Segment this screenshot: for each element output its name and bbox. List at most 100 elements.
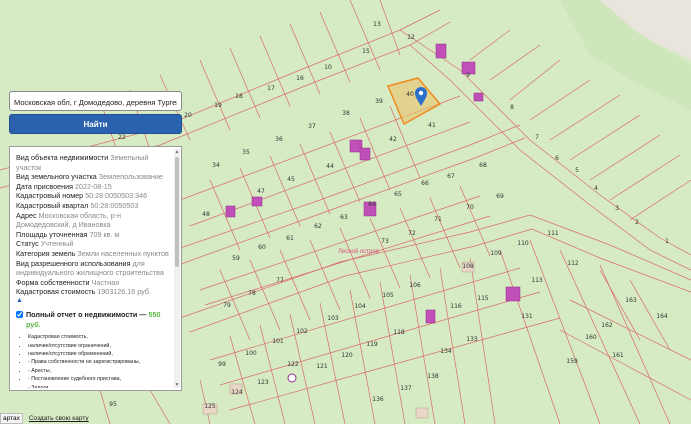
plot-number[interactable]: 36	[275, 136, 283, 143]
plot-number[interactable]: 45	[287, 176, 295, 183]
scroll-up-arrow-icon[interactable]: ▲	[174, 149, 180, 155]
plot-number[interactable]: 164	[656, 313, 668, 320]
plot-number[interactable]: 34	[212, 162, 220, 169]
plot-number[interactable]: 3	[615, 205, 619, 212]
scroll-thumb[interactable]	[175, 157, 179, 267]
plot-number[interactable]: 13	[373, 21, 381, 28]
plot-number[interactable]: 77	[276, 277, 284, 284]
plot-number[interactable]: 137	[400, 385, 412, 392]
plot-number[interactable]: 124	[231, 389, 243, 396]
plot-number[interactable]: 37	[308, 123, 316, 130]
plot-number[interactable]: 41	[428, 122, 436, 129]
plot-number[interactable]: 73	[381, 238, 389, 245]
plot-number[interactable]: 115	[477, 295, 489, 302]
plot-number[interactable]: 10	[324, 64, 332, 71]
plot-number[interactable]: 71	[434, 216, 442, 223]
plot-number[interactable]: 161	[612, 352, 624, 359]
plot-number[interactable]: 103	[327, 315, 339, 322]
plot-number[interactable]: 163	[625, 297, 637, 304]
plot-number[interactable]: 134	[440, 348, 452, 355]
plot-number[interactable]: 102	[296, 328, 308, 335]
plot-number[interactable]: 59	[232, 255, 240, 262]
plot-number[interactable]: 160	[585, 334, 597, 341]
plot-number[interactable]: 121	[316, 363, 328, 370]
plot-number[interactable]: 8	[510, 104, 514, 111]
plot-number[interactable]: 67	[447, 173, 455, 180]
plot-number[interactable]: 42	[389, 136, 397, 143]
plot-number[interactable]: 119	[366, 341, 378, 348]
plot-number[interactable]: 138	[427, 373, 439, 380]
plot-number[interactable]: 66	[421, 180, 429, 187]
plot-number[interactable]: 6	[555, 155, 559, 162]
plot-number[interactable]: 162	[601, 322, 613, 329]
plot-number[interactable]: 68	[479, 162, 487, 169]
plot-number[interactable]: 109	[490, 250, 502, 257]
plot-number[interactable]: 65	[394, 191, 402, 198]
create-map-link[interactable]: Создать свою карту	[29, 415, 89, 422]
plot-number[interactable]: 72	[408, 230, 416, 237]
find-button[interactable]: Найти	[9, 114, 182, 134]
plot-number[interactable]: 95	[109, 401, 117, 408]
plot-number[interactable]: 123	[257, 379, 269, 386]
plot-number[interactable]: 18	[235, 93, 243, 100]
plot-number[interactable]: 47	[257, 188, 265, 195]
plot-number[interactable]: 61	[286, 235, 294, 242]
plot-number[interactable]: 111	[547, 230, 559, 237]
plot-number[interactable]: 133	[466, 336, 478, 343]
plot-number[interactable]: 9	[466, 72, 470, 79]
plot-number[interactable]: 70	[466, 204, 474, 211]
full-report-checkbox[interactable]	[16, 310, 23, 318]
property-info-content[interactable]: Вид объекта недвижимости Земельный участ…	[16, 153, 173, 388]
plot-number[interactable]: 16	[296, 75, 304, 82]
plot-number[interactable]: 4	[594, 185, 598, 192]
plot-number[interactable]: 19	[214, 102, 222, 109]
address-search-field[interactable]	[9, 91, 182, 112]
plot-number[interactable]: 113	[531, 277, 543, 284]
plot-number[interactable]: 44	[326, 163, 334, 170]
plot-number[interactable]: 22	[118, 134, 126, 141]
plot-number[interactable]: 120	[341, 352, 353, 359]
plot-number[interactable]: 125	[204, 403, 216, 410]
plot-number[interactable]: 38	[342, 110, 350, 117]
plot-number[interactable]: 116	[450, 303, 462, 310]
plot-number[interactable]: 136	[372, 396, 384, 403]
plot-number[interactable]: 118	[393, 329, 405, 336]
plot-number[interactable]: 15	[362, 48, 370, 55]
plot-number[interactable]: 48	[202, 211, 210, 218]
plot-number[interactable]: 2	[635, 219, 639, 226]
plot-number[interactable]: 104	[354, 303, 366, 310]
plot-number[interactable]: 62	[314, 223, 322, 230]
maps-button[interactable]: артах	[0, 413, 23, 424]
plot-number[interactable]: 7	[535, 134, 539, 141]
plot-number[interactable]: 159	[566, 358, 578, 365]
plot-number[interactable]: 5	[575, 167, 579, 174]
address-search-input[interactable]	[10, 93, 181, 112]
plot-number[interactable]: 39	[375, 98, 383, 105]
plot-number[interactable]: 17	[267, 85, 275, 92]
plot-number[interactable]: 78	[248, 290, 256, 297]
plot-number[interactable]: 1	[665, 238, 669, 245]
plot-number[interactable]: 99	[218, 361, 226, 368]
plot-number[interactable]: 79	[223, 302, 231, 309]
plot-number[interactable]: 69	[496, 193, 504, 200]
plot-number[interactable]: 108	[462, 263, 474, 270]
plot-number[interactable]: 110	[517, 240, 529, 247]
plot-number[interactable]: 101	[272, 338, 284, 345]
plot-number[interactable]: 63	[340, 214, 348, 221]
plot-number[interactable]: 35	[242, 149, 250, 156]
plot-number[interactable]: 40	[406, 91, 414, 98]
plot-number[interactable]: 105	[382, 292, 394, 299]
plot-number[interactable]: 12	[407, 34, 415, 41]
plot-number[interactable]: 122	[287, 361, 299, 368]
collapse-arrow-icon[interactable]: ▲	[16, 297, 173, 305]
plot-number[interactable]: 100	[245, 350, 257, 357]
plot-number[interactable]: 20	[184, 112, 192, 119]
scroll-down-arrow-icon[interactable]: ▼	[174, 382, 180, 388]
plot-number[interactable]: 64	[368, 201, 376, 208]
plot-number[interactable]: 112	[567, 260, 579, 267]
info-value: 50:28:0050503	[90, 200, 139, 210]
plot-number[interactable]: 106	[409, 282, 421, 289]
panel-scrollbar[interactable]: ▲ ▼	[174, 149, 180, 388]
plot-number[interactable]: 60	[258, 244, 266, 251]
plot-number[interactable]: 131	[521, 313, 533, 320]
